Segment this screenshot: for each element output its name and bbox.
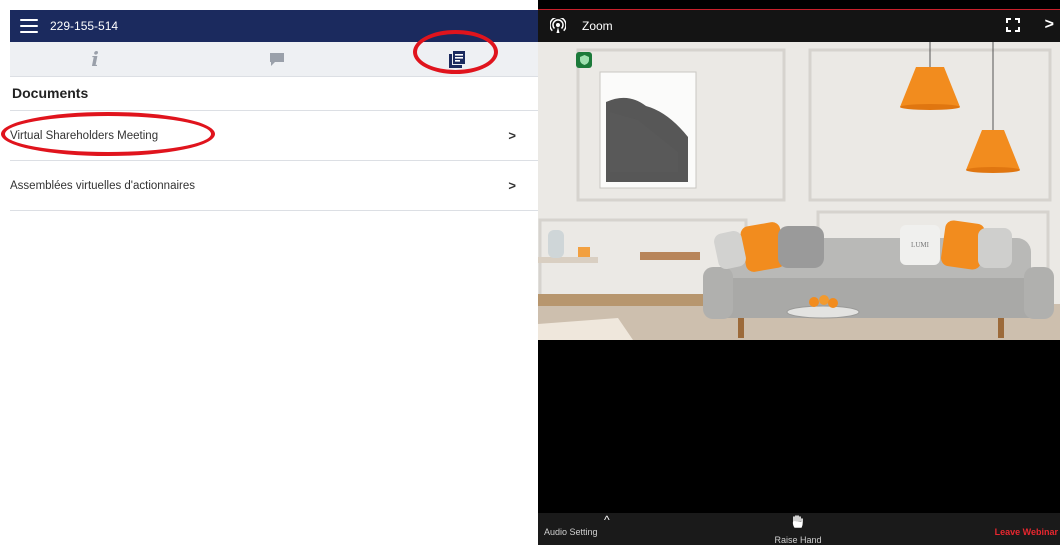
zoom-panel: Zoom > LUMI Audio Setting ^ Raise Hand L…	[538, 0, 1060, 545]
video-feed: LUMI	[538, 42, 1060, 340]
security-shield-icon	[576, 52, 592, 68]
pillow-logo-text: LUMI	[911, 241, 930, 249]
zoom-header: Zoom >	[538, 10, 1060, 42]
living-room-video-image: LUMI	[538, 42, 1060, 340]
tab-info[interactable]: i	[65, 42, 125, 76]
broadcast-icon	[550, 18, 566, 33]
tab-bar: i	[10, 42, 538, 77]
chevron-right-icon: >	[508, 178, 516, 193]
lumi-app-panel: 229-155-514 i Documents Virtual Sharehol…	[0, 0, 538, 545]
zoom-controls-bar: Audio Setting ^ Raise Hand Leave Webinar	[538, 513, 1060, 545]
chevron-right-icon[interactable]: >	[1045, 16, 1054, 34]
document-label: Assemblées virtuelles d'actionnaires	[10, 179, 196, 192]
audio-options-caret[interactable]: ^	[604, 513, 610, 527]
hamburger-menu-icon[interactable]	[20, 19, 38, 33]
raise-hand-label: Raise Hand	[774, 535, 822, 545]
document-item-assemblees-virtuelles[interactable]: Assemblées virtuelles d'actionnaires >	[10, 161, 538, 211]
raise-hand-button[interactable]: Raise Hand	[768, 515, 828, 545]
fullscreen-icon[interactable]	[1006, 18, 1020, 32]
documents-icon	[449, 50, 465, 68]
section-title: Documents	[12, 85, 89, 101]
document-label: Virtual Shareholders Meeting	[10, 129, 159, 142]
document-item-virtual-shareholders-meeting[interactable]: Virtual Shareholders Meeting >	[10, 111, 538, 161]
info-icon: i	[91, 47, 99, 71]
documents-section-title: Documents	[10, 76, 538, 111]
leave-webinar-button[interactable]: Leave Webinar	[995, 527, 1058, 537]
tab-chat[interactable]	[247, 42, 307, 76]
meeting-id: 229-155-514	[50, 19, 119, 33]
tab-documents[interactable]	[427, 42, 487, 76]
chevron-right-icon: >	[508, 128, 516, 143]
zoom-title: Zoom	[582, 19, 613, 33]
audio-setting-button[interactable]: Audio Setting	[544, 527, 598, 537]
raise-hand-icon	[792, 515, 803, 528]
app-header: 229-155-514	[10, 10, 538, 42]
chat-icon	[270, 52, 284, 66]
